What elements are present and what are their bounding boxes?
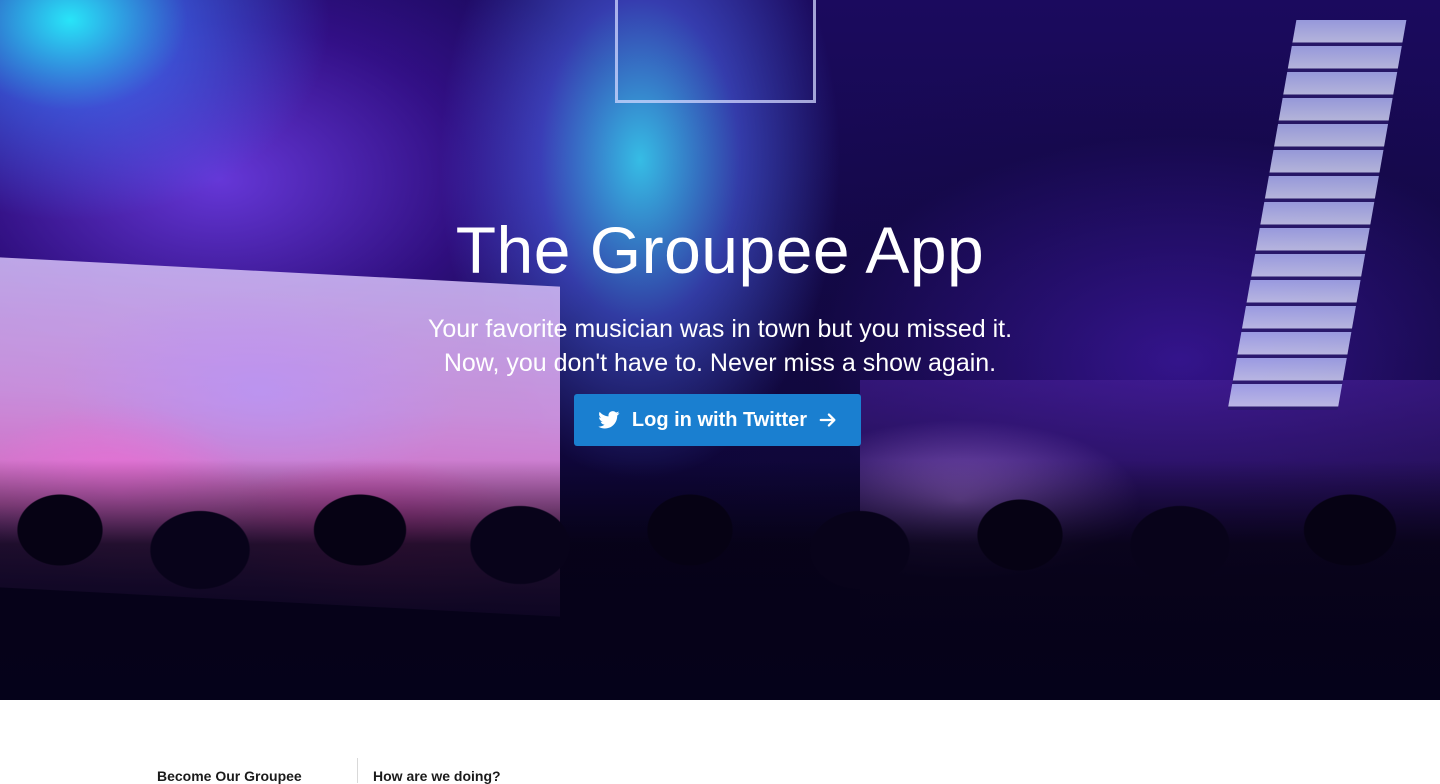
login-button-label: Log in with Twitter <box>631 408 808 431</box>
login-with-twitter-button[interactable]: Log in with Twitter <box>574 394 861 446</box>
hero-section: The Groupee App Your favorite musician w… <box>0 0 1440 700</box>
hero-subtitle-line-2: Now, you don't have to. Never miss a sho… <box>443 349 997 377</box>
twitter-icon <box>598 411 620 429</box>
hero-subtitle-line-1: Your favorite musician was in town but y… <box>427 315 1013 343</box>
arrow-right-icon <box>819 413 836 427</box>
hero-title: The Groupee App <box>455 213 985 287</box>
footer-divider <box>357 758 358 783</box>
how-are-we-doing-link[interactable]: How are we doing? <box>373 768 501 784</box>
hero-subtitle: Your favorite musician was in town but y… <box>0 312 1440 380</box>
become-our-groupee-link[interactable]: Become Our Groupee <box>157 768 302 784</box>
hero-content: The Groupee App Your favorite musician w… <box>0 0 1440 700</box>
